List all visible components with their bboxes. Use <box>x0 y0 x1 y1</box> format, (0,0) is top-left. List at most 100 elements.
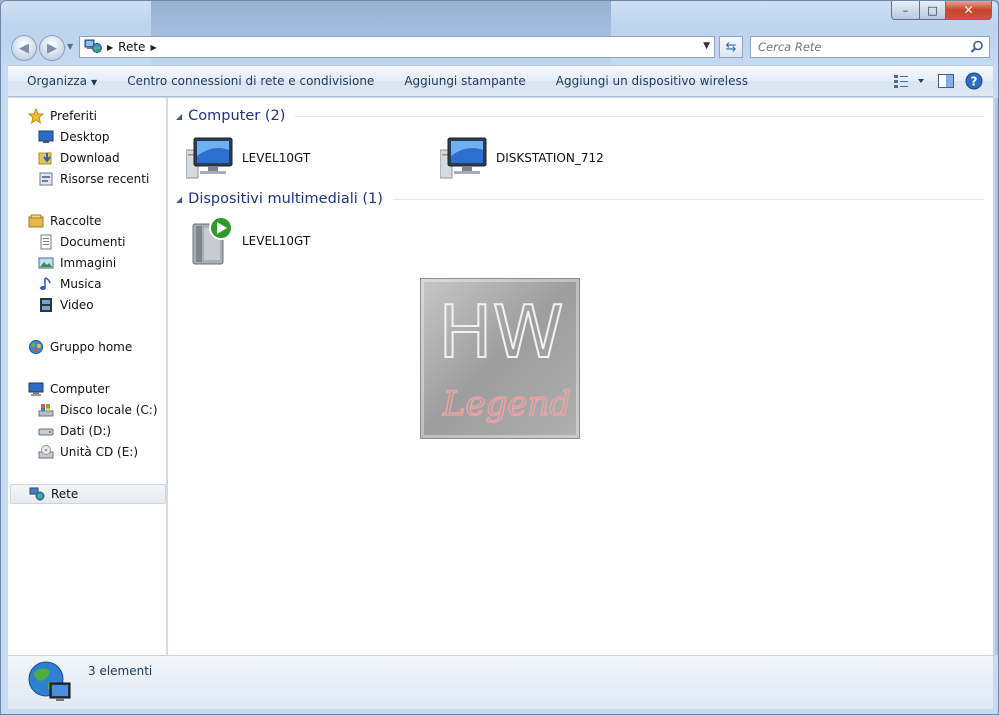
group-header-media-devices[interactable]: ◢ Dispositivi multimediali (1) <box>176 189 984 209</box>
nav-computer[interactable]: Computer <box>28 379 110 399</box>
tile-label: DISKSTATION_712 <box>496 151 604 165</box>
nav-data-d-label: Dati (D:) <box>60 424 112 438</box>
collapse-triangle-icon[interactable]: ◢ <box>176 112 182 121</box>
nav-pictures[interactable]: Immagini <box>38 253 116 273</box>
nav-favorites[interactable]: Preferiti <box>28 106 97 126</box>
nav-desktop[interactable]: Desktop <box>38 127 110 147</box>
back-button[interactable]: ◀ <box>11 35 37 61</box>
help-icon[interactable]: ? <box>965 72 983 93</box>
nav-libraries-label: Raccolte <box>50 214 102 228</box>
network-icon <box>29 487 45 501</box>
nav-network-label: Rete <box>51 487 79 501</box>
computer-icon <box>440 137 487 179</box>
refresh-button[interactable]: ⇆ <box>719 36 743 58</box>
nav-documents[interactable]: Documenti <box>38 232 126 252</box>
network-computer-tile[interactable]: DISKSTATION_712 <box>440 136 604 180</box>
nav-cd-drive-e-label: Unità CD (E:) <box>60 445 139 459</box>
change-view-button[interactable] <box>893 73 927 92</box>
nav-download-label: Download <box>60 151 120 165</box>
computer-icon <box>186 137 233 179</box>
refresh-icon: ⇆ <box>725 39 737 55</box>
nav-cd-drive-e[interactable]: Unità CD (E:) <box>38 442 138 462</box>
nav-data-d[interactable]: Dati (D:) <box>38 421 111 441</box>
computer-icon <box>28 382 44 396</box>
nav-libraries[interactable]: Raccolte <box>28 211 101 231</box>
caption-buttons: – □ ✕ <box>891 1 992 20</box>
nav-music-label: Musica <box>60 277 102 291</box>
libraries-icon <box>28 214 44 228</box>
hwlegend-watermark: HW Legend <box>420 278 580 439</box>
address-bar[interactable]: ▶ Rete ▶ ▼ <box>79 36 715 58</box>
nav-pictures-label: Immagini <box>60 256 117 270</box>
close-button[interactable]: ✕ <box>946 1 992 20</box>
nav-favorites-label: Preferiti <box>50 109 97 123</box>
recent-pages-dropdown[interactable]: ▼ <box>67 42 73 51</box>
watermark-line1: HW <box>438 290 563 374</box>
nav-documents-label: Documenti <box>60 235 126 249</box>
group-title-computer: Computer (2) <box>188 108 286 124</box>
organize-menu[interactable]: Organizza ▼ <box>8 74 112 88</box>
tile-label: LEVEL10GT <box>242 234 311 248</box>
desktop-icon <box>38 130 54 143</box>
view-controls: ? <box>893 72 983 93</box>
nav-homegroup[interactable]: Gruppo home <box>28 337 132 357</box>
address-history-dropdown[interactable]: ▼ <box>703 41 710 51</box>
preview-pane-button[interactable] <box>937 73 955 92</box>
nav-computer-label: Computer <box>50 382 110 396</box>
nav-download[interactable]: Download <box>38 148 120 168</box>
arrow-left-icon: ◀ <box>19 40 29 56</box>
breadcrumb-separator[interactable]: ▶ <box>150 43 156 52</box>
network-icon <box>84 38 102 57</box>
maximize-button[interactable]: □ <box>920 1 946 20</box>
video-icon <box>40 298 52 312</box>
window-right-edge <box>993 98 998 655</box>
music-icon <box>40 277 51 290</box>
network-globe-icon <box>28 661 71 701</box>
add-printer-button[interactable]: Aggiungi stampante <box>389 74 540 88</box>
search-icon[interactable] <box>970 40 984 57</box>
search-input[interactable] <box>758 40 968 54</box>
minimize-button[interactable]: – <box>891 1 920 20</box>
nav-music[interactable]: Musica <box>38 274 102 294</box>
pictures-icon <box>38 257 54 269</box>
nav-recent-places-label: Risorse recenti <box>60 172 150 186</box>
nav-desktop-label: Desktop <box>60 130 110 144</box>
organize-label: Organizza <box>27 74 88 88</box>
star-icon <box>28 108 44 124</box>
breadcrumb-separator[interactable]: ▶ <box>107 43 113 52</box>
nav-local-disk-c[interactable]: Disco locale (C:) <box>38 400 158 420</box>
command-bar: Organizza ▼ Centro connessioni di rete e … <box>8 65 993 97</box>
explorer-window: – □ ✕ ◀ ▶ ▼ ▶ Rete ▶ ▼ ⇆ Cerca Rete Orga… <box>0 0 999 715</box>
nav-local-disk-c-label: Disco locale (C:) <box>60 403 158 417</box>
hard-drive-icon <box>38 428 54 436</box>
documents-icon <box>40 234 52 250</box>
system-drive-icon <box>38 404 54 417</box>
svg-text:?: ? <box>971 75 978 89</box>
media-device-tile[interactable]: LEVEL10GT <box>190 216 310 266</box>
navigation-pane: Preferiti Desktop Download Risorse recen… <box>8 98 167 655</box>
details-pane: 3 elementi <box>8 655 993 709</box>
watermark-line2: Legend <box>442 384 571 424</box>
media-server-icon <box>192 216 233 265</box>
group-divider <box>392 198 984 200</box>
group-title-media-devices: Dispositivi multimediali (1) <box>188 191 383 207</box>
tile-label: LEVEL10GT <box>242 151 311 165</box>
network-computer-tile[interactable]: LEVEL10GT <box>186 136 310 180</box>
arrow-right-icon: ▶ <box>47 40 57 56</box>
collapse-triangle-icon[interactable]: ◢ <box>176 195 182 204</box>
nav-video-label: Video <box>60 298 94 312</box>
recent-places-icon <box>39 172 53 186</box>
nav-video[interactable]: Video <box>38 295 94 315</box>
cd-drive-icon <box>38 445 54 459</box>
homegroup-icon <box>29 340 43 354</box>
add-wireless-device-button[interactable]: Aggiungi un dispositivo wireless <box>541 74 763 88</box>
group-header-computer[interactable]: ◢ Computer (2) <box>176 106 984 126</box>
network-sharing-center-button[interactable]: Centro connessioni di rete e condivision… <box>112 74 389 88</box>
nav-homegroup-label: Gruppo home <box>50 340 133 354</box>
search-box[interactable] <box>750 36 990 58</box>
nav-network[interactable]: Rete <box>10 484 166 504</box>
breadcrumb-rete[interactable]: Rete <box>118 40 145 54</box>
forward-button[interactable]: ▶ <box>39 35 65 61</box>
download-folder-icon <box>38 152 52 165</box>
nav-recent-places[interactable]: Risorse recenti <box>38 169 149 189</box>
